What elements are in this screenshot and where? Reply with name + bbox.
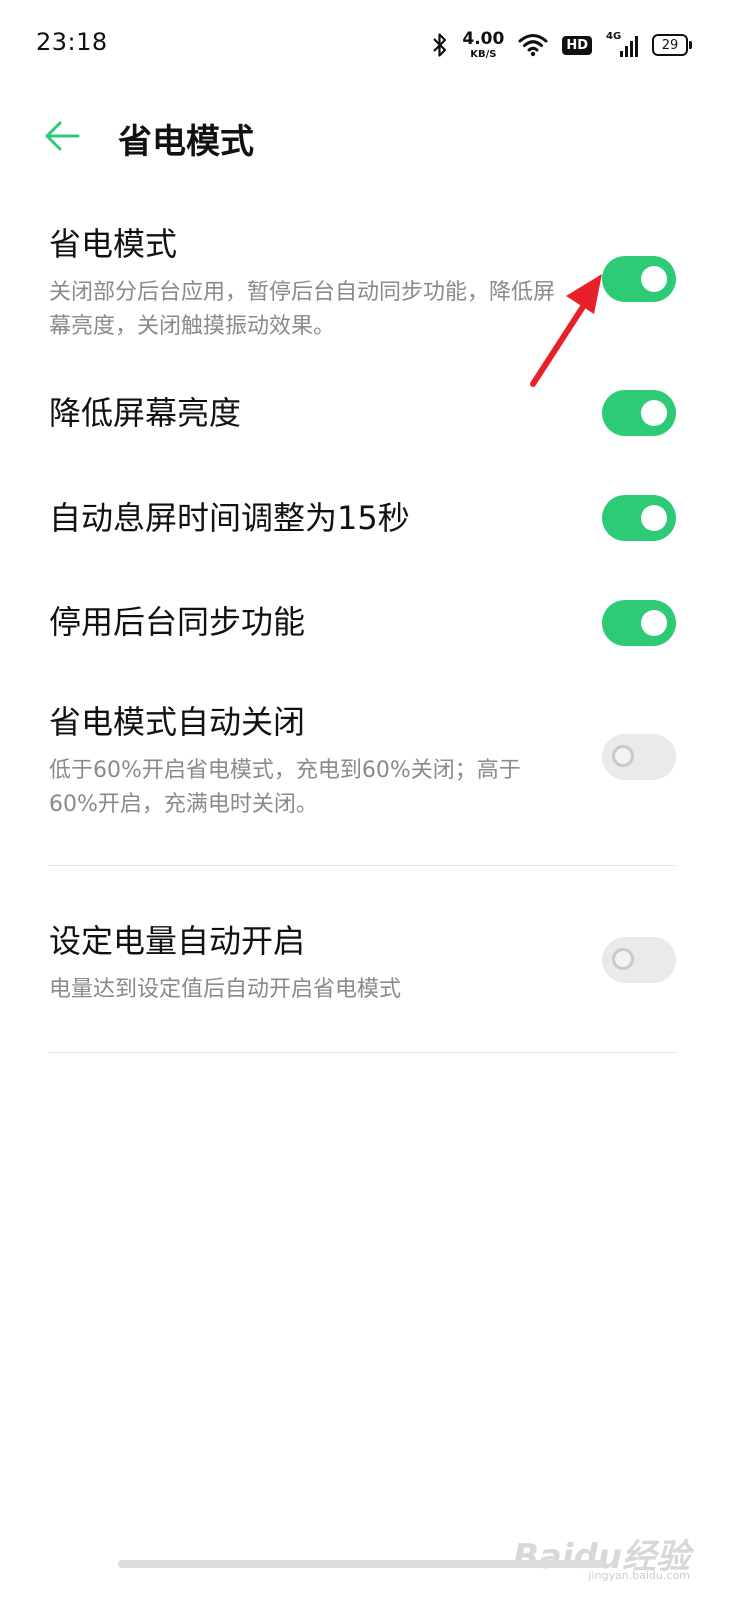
- setting-title: 停用后台同步功能: [49, 603, 306, 641]
- bluetooth-icon: [433, 33, 447, 57]
- setting-disable-sync[interactable]: 停用后台同步功能: [49, 602, 689, 642]
- setting-title: 降低屏幕亮度: [49, 394, 242, 432]
- toggle-knob: [612, 745, 634, 767]
- status-time: 23:18: [36, 28, 108, 56]
- setting-screen-timeout[interactable]: 自动息屏时间调整为15秒: [49, 498, 689, 538]
- net-speed: 4.00 KB/S: [462, 28, 505, 60]
- setting-auto-on-level[interactable]: 设定电量自动开启 电量达到设定值后自动开启省电模式: [49, 921, 689, 1007]
- page-title: 省电模式: [118, 122, 254, 162]
- toggle-knob: [641, 266, 667, 292]
- toggle-knob: [641, 610, 667, 636]
- gesture-bar[interactable]: [118, 1560, 604, 1568]
- battery-icon: 29: [652, 34, 692, 56]
- setting-title: 自动息屏时间调整为15秒: [49, 499, 410, 537]
- battery-level: 29: [661, 37, 679, 53]
- cellular-icon: 4G: [606, 31, 638, 57]
- toggle-knob: [612, 948, 634, 970]
- toggle-knob: [641, 505, 667, 531]
- divider: [48, 865, 676, 866]
- auto-on-level-toggle[interactable]: [602, 937, 676, 983]
- divider: [48, 1052, 676, 1053]
- status-bar: 23:18 4.00 KB/S HD 4G 29: [0, 0, 738, 90]
- app-header: 省电模式: [0, 100, 738, 172]
- disable-sync-toggle[interactable]: [602, 600, 676, 646]
- toggle-knob: [641, 400, 667, 426]
- screen-timeout-toggle[interactable]: [602, 495, 676, 541]
- annotation-arrow-icon: [530, 274, 602, 387]
- setting-title: 设定电量自动开启: [49, 922, 306, 960]
- back-arrow-icon[interactable]: [42, 116, 82, 156]
- setting-title: 省电模式: [49, 225, 178, 263]
- lower-brightness-toggle[interactable]: [602, 390, 676, 436]
- setting-description: 电量达到设定值后自动开启省电模式: [49, 977, 402, 1002]
- setting-auto-off[interactable]: 省电模式自动关闭 低于60%开启省电模式，充电到60%关闭；高于60%开启，充满…: [49, 702, 689, 822]
- setting-lower-brightness[interactable]: 降低屏幕亮度: [49, 393, 689, 433]
- setting-description: 低于60%开启省电模式，充电到60%关闭；高于60%开启，充满电时关闭。: [49, 758, 521, 817]
- setting-description: 关闭部分后台应用，暂停后台自动同步功能，降低屏幕亮度，关闭触摸振动效果。: [49, 280, 556, 339]
- net-speed-unit: KB/S: [470, 48, 497, 60]
- network-type: 4G: [606, 31, 622, 42]
- hd-badge: HD: [562, 35, 592, 55]
- net-speed-value: 4.00: [462, 28, 505, 49]
- watermark-url: jingyan.baidu.com: [588, 1569, 690, 1582]
- wifi-icon: [518, 34, 548, 57]
- status-icons: 4.00 KB/S HD 4G 29: [432, 28, 692, 62]
- baidu-watermark: Baidu经验 jingyan.baidu.com: [513, 1529, 690, 1582]
- setting-title: 省电模式自动关闭: [49, 703, 306, 741]
- auto-off-toggle[interactable]: [602, 734, 676, 780]
